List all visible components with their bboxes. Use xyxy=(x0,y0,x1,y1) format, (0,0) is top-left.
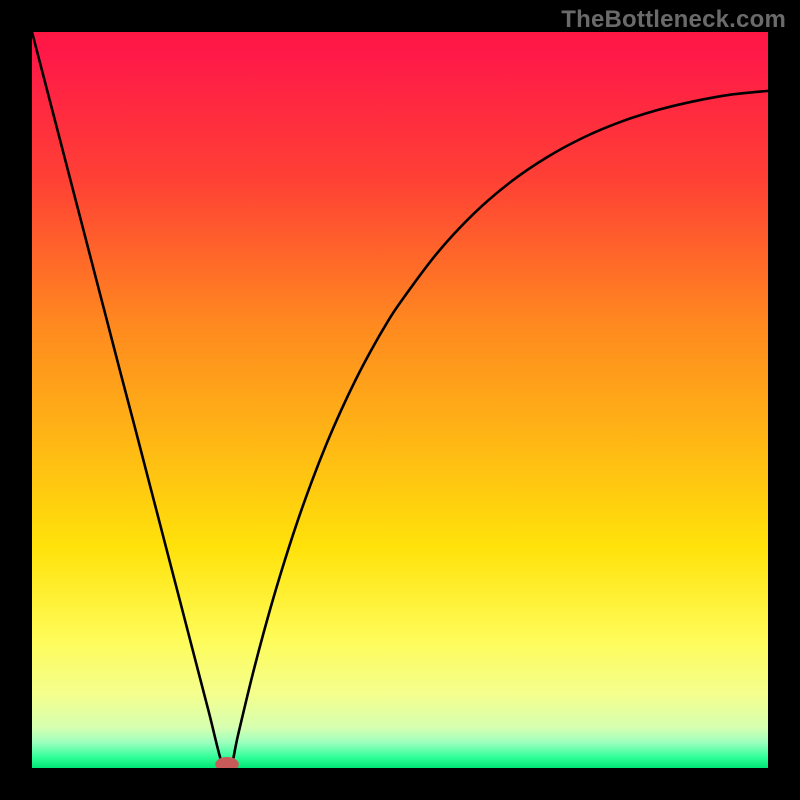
watermark-text: TheBottleneck.com xyxy=(561,6,786,34)
chart-svg xyxy=(32,32,768,768)
chart-container: TheBottleneck.com xyxy=(0,0,800,800)
gradient-background xyxy=(32,32,768,768)
plot-area xyxy=(32,32,768,768)
